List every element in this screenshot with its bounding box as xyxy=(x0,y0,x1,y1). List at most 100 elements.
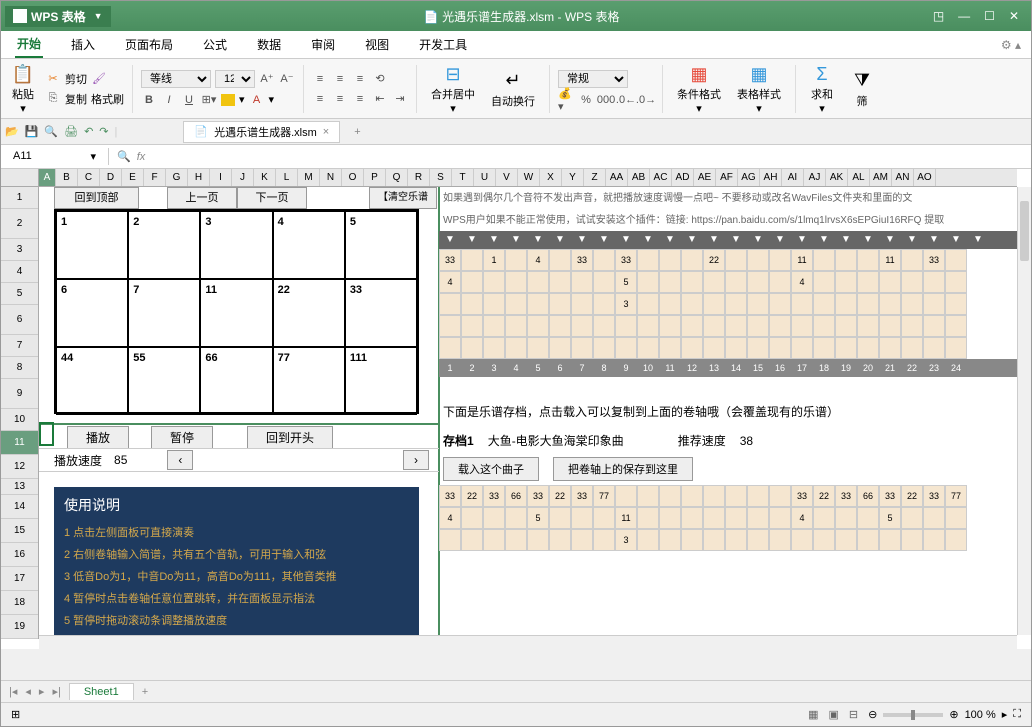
sum-button[interactable]: Σ求和▾ xyxy=(804,60,840,117)
row-header[interactable]: 11 xyxy=(1,431,38,455)
ribbon-settings-icon[interactable]: ⚙ ▴ xyxy=(1001,38,1021,52)
seq-cell[interactable] xyxy=(505,271,527,293)
dec-font-icon[interactable]: A⁻ xyxy=(279,71,295,87)
ribbon-tab[interactable]: 数据 xyxy=(255,32,283,57)
col-header[interactable]: W xyxy=(518,169,540,186)
piano-key[interactable]: 44 xyxy=(56,347,128,415)
seq-cell[interactable] xyxy=(835,271,857,293)
wrap-button[interactable]: ↵自动换行 xyxy=(485,67,541,111)
align-mid-icon[interactable]: ≡ xyxy=(332,71,348,87)
seq-cell[interactable] xyxy=(835,529,857,551)
seq-cell[interactable] xyxy=(461,315,483,337)
seq-cell[interactable]: 1 xyxy=(483,249,505,271)
row-header[interactable]: 18 xyxy=(1,591,38,615)
col-header[interactable]: J xyxy=(232,169,254,186)
seq-col-marker[interactable]: ▼ xyxy=(747,231,769,249)
seq-cell[interactable] xyxy=(725,529,747,551)
seq-cell[interactable]: 11 xyxy=(615,507,637,529)
seq-cell[interactable] xyxy=(835,507,857,529)
condfmt-button[interactable]: ▦条件格式▾ xyxy=(671,60,727,117)
fill-icon[interactable] xyxy=(221,94,235,106)
piano-key[interactable]: 66 xyxy=(200,347,272,415)
piano-key[interactable]: 22 xyxy=(273,279,345,347)
seq-cell[interactable] xyxy=(901,315,923,337)
seq-col-marker[interactable]: ▼ xyxy=(835,231,857,249)
seq-cell[interactable] xyxy=(923,529,945,551)
piano-key[interactable]: 2 xyxy=(128,211,200,279)
col-header[interactable]: AH xyxy=(760,169,782,186)
maximize-icon[interactable]: ☐ xyxy=(984,9,995,23)
seq-cell[interactable] xyxy=(725,485,747,507)
seq-cell[interactable] xyxy=(593,249,615,271)
seq-cell[interactable] xyxy=(659,485,681,507)
seq-cell[interactable] xyxy=(901,529,923,551)
seq-cell[interactable] xyxy=(527,293,549,315)
seq-cell[interactable] xyxy=(571,529,593,551)
seq-col-marker[interactable]: ▼ xyxy=(637,231,659,249)
seq-cell[interactable]: 22 xyxy=(549,485,571,507)
col-header[interactable]: AB xyxy=(628,169,650,186)
seq-cell[interactable]: 22 xyxy=(813,485,835,507)
horizontal-scrollbar[interactable] xyxy=(39,635,1017,649)
seq-cell[interactable] xyxy=(813,249,835,271)
seq-cell[interactable] xyxy=(505,507,527,529)
seq-cell[interactable] xyxy=(593,529,615,551)
clear-score-button[interactable]: 【清空乐谱 xyxy=(369,187,437,209)
select-all-corner[interactable] xyxy=(1,169,39,187)
seq-cell[interactable] xyxy=(637,271,659,293)
seq-cell[interactable] xyxy=(769,337,791,359)
seq-cell[interactable]: 33 xyxy=(923,249,945,271)
seq-cell[interactable] xyxy=(527,529,549,551)
col-header[interactable]: G xyxy=(166,169,188,186)
seq-cell[interactable] xyxy=(945,271,967,293)
col-header[interactable]: AJ xyxy=(804,169,826,186)
piano-key[interactable]: 5 xyxy=(345,211,417,279)
seq-cell[interactable] xyxy=(637,529,659,551)
seq-cell[interactable] xyxy=(461,507,483,529)
seq-cell[interactable] xyxy=(571,271,593,293)
font-select[interactable]: 等线 xyxy=(141,70,211,88)
seq-cell[interactable] xyxy=(879,315,901,337)
orient-icon[interactable]: ⟲ xyxy=(372,71,388,87)
seq-cell[interactable] xyxy=(857,529,879,551)
row-header[interactable]: 16 xyxy=(1,543,38,567)
col-header[interactable]: AF xyxy=(716,169,738,186)
app-logo[interactable]: WPS 表格▼ xyxy=(5,6,111,27)
seq-cell[interactable] xyxy=(615,485,637,507)
seq-cell[interactable] xyxy=(725,249,747,271)
redo-icon[interactable]: ↷ xyxy=(99,125,108,138)
seq-cell[interactable] xyxy=(703,337,725,359)
vertical-scrollbar[interactable] xyxy=(1017,187,1031,635)
col-header[interactable]: I xyxy=(210,169,232,186)
numfmt-select[interactable]: 常规 xyxy=(558,70,628,88)
save-song-button[interactable]: 把卷轴上的保存到这里 xyxy=(553,457,693,481)
ribbon-tab[interactable]: 公式 xyxy=(201,32,229,57)
seq-cell[interactable]: 33 xyxy=(483,485,505,507)
align-left-icon[interactable]: ≡ xyxy=(312,91,328,107)
undo-icon[interactable]: ↶ xyxy=(84,125,93,138)
seq-cell[interactable] xyxy=(769,507,791,529)
seq-cell[interactable] xyxy=(813,337,835,359)
col-header[interactable]: AK xyxy=(826,169,848,186)
seq-cell[interactable]: 66 xyxy=(857,485,879,507)
seq-cell[interactable] xyxy=(681,507,703,529)
row-header[interactable]: 12 xyxy=(1,455,38,479)
seq-col-marker[interactable]: ▼ xyxy=(505,231,527,249)
seq-cell[interactable] xyxy=(439,293,461,315)
seq-cell[interactable]: 5 xyxy=(527,507,549,529)
col-header[interactable]: X xyxy=(540,169,562,186)
seq-cell[interactable] xyxy=(945,315,967,337)
seq-cell[interactable]: 22 xyxy=(901,485,923,507)
open-icon[interactable]: 📂 xyxy=(5,125,19,138)
piano-key[interactable]: 33 xyxy=(345,279,417,347)
col-header[interactable]: V xyxy=(496,169,518,186)
border-icon[interactable]: ⊞▾ xyxy=(201,92,217,108)
seq-cell[interactable] xyxy=(637,249,659,271)
row-header[interactable]: 14 xyxy=(1,495,38,519)
seq-cell[interactable]: 33 xyxy=(439,485,461,507)
seq-cell[interactable] xyxy=(813,529,835,551)
close-tab-icon[interactable]: × xyxy=(323,126,329,138)
seq-cell[interactable] xyxy=(923,293,945,315)
col-header[interactable]: AG xyxy=(738,169,760,186)
ribbon-tab[interactable]: 审阅 xyxy=(309,32,337,57)
